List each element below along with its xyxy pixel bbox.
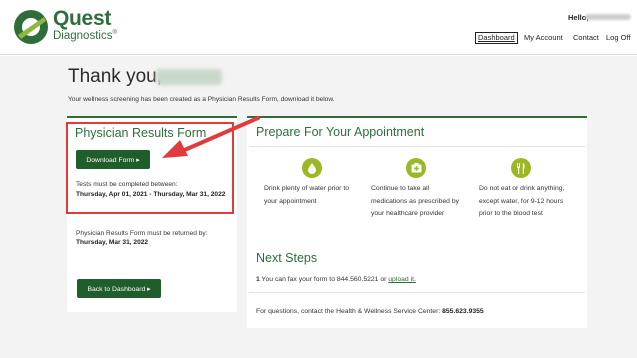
prepare-appointment-title: Prepare For Your Appointment [256,125,425,139]
nav-dashboard-link[interactable]: Dashboard [475,32,518,44]
page-title: Thank you, [68,66,162,87]
tip-fasting-text: Do not eat or drink anything, except wat… [479,185,565,217]
contact-info: For questions, contact the Health & Well… [256,308,484,315]
site-header: Quest Diagnostics® Hello, Dashboard My A… [0,0,637,55]
water-drop-icon [302,158,322,178]
intro-text: Your wellness screening has been created… [68,96,335,103]
tip-water-text: Drink plenty of water prior to your appo… [264,185,349,205]
prepare-appointment-card [247,116,587,328]
nav-contact-link[interactable]: Contact [573,33,599,42]
return-by-date: Thursday, Mar 31, 2022 [76,239,149,246]
nav-log-off-link[interactable]: Log Off [606,33,630,42]
redacted-user-name [585,14,631,20]
red-arrow-icon [162,116,260,158]
return-by-label: Physician Results Form must be returned … [76,230,208,237]
quest-logo-icon[interactable] [13,9,49,45]
divider [249,146,585,147]
medication-icon [406,158,426,178]
divider [249,292,585,293]
nav-my-account-link[interactable]: My Account [524,33,563,42]
next-steps-title: Next Steps [256,251,318,265]
utensils-icon [511,158,531,178]
contact-phone: 855.623.9355 [442,308,484,315]
next-step-item: 1 You can fax your form to 844.560.5221 … [256,276,416,283]
redacted-first-name [156,69,222,85]
upload-link[interactable]: upload it. [388,276,416,283]
back-to-dashboard-button[interactable]: Back to Dashboard ▸ [77,279,161,298]
brand-name: Quest [53,7,112,30]
tip-medication-text: Continue to take all medications as pres… [371,185,460,217]
brand-subtitle: Diagnostics® [53,30,117,42]
